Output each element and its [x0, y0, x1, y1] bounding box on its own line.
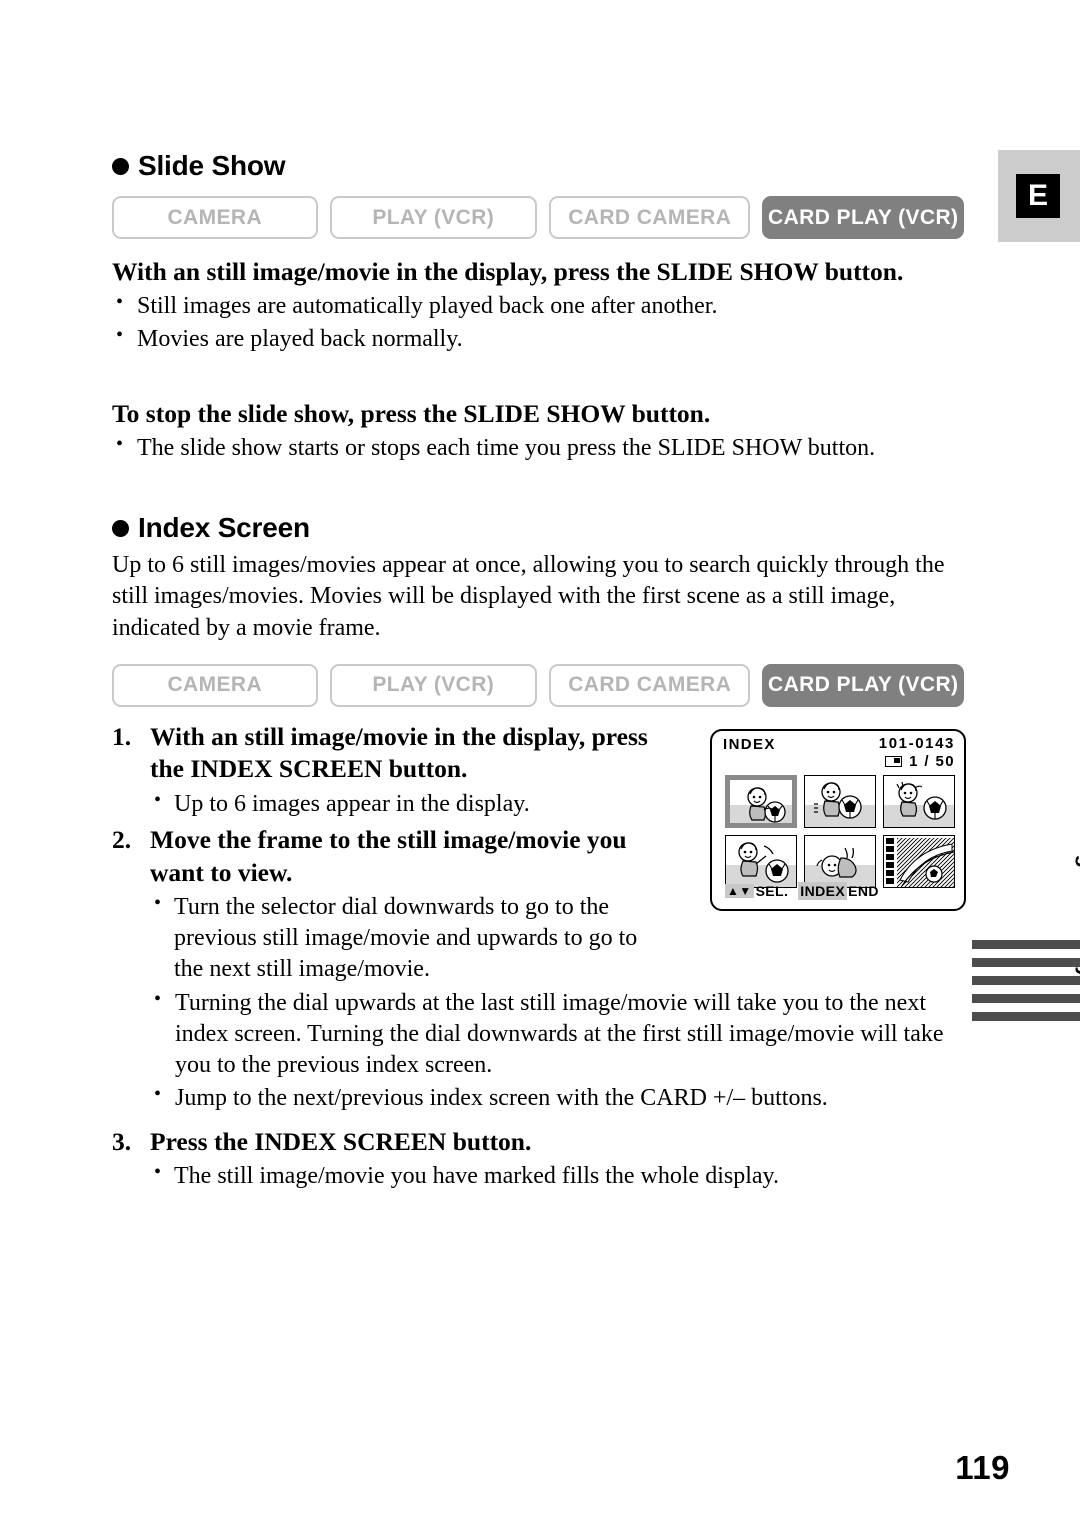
- lcd-thumbnail[interactable]: [725, 834, 797, 888]
- index-screen-heading-text: Index Screen: [138, 512, 310, 544]
- language-tab-panel: E: [998, 150, 1080, 242]
- bullet-dot-icon: [112, 157, 129, 175]
- step-1: 1. With an still image/movie in the disp…: [112, 721, 672, 820]
- lcd-counter-group: 1 / 50: [885, 753, 955, 770]
- mode-pill-play-vcr[interactable]: PLAY (VCR): [329, 196, 537, 239]
- chapter-tab-bars: [972, 940, 1080, 1030]
- step-2: 2. Move the frame to the still image/mov…: [112, 824, 672, 985]
- list-item: Still images are automatically played ba…: [112, 290, 964, 322]
- lcd-title: INDEX: [723, 735, 776, 753]
- lcd-thumbnail[interactable]: [883, 774, 955, 828]
- lcd-thumbnail[interactable]: [804, 834, 876, 888]
- mode-pill-play-vcr[interactable]: PLAY (VCR): [329, 663, 537, 707]
- slide-show-heading-text: Slide Show: [138, 150, 286, 181]
- index-screen-heading: Index Screen: [112, 512, 964, 544]
- page-number: 119: [955, 1449, 1010, 1486]
- step-title: With an still image/movie in the display…: [150, 721, 648, 784]
- slide-show-lead: With an still image/movie in the display…: [112, 257, 904, 286]
- memory-card-icon: [885, 755, 903, 767]
- steps-column: 1. With an still image/movie in the disp…: [112, 721, 672, 985]
- page-content: Slide Show CAMERA PLAY (VCR) CARD CAMERA…: [112, 0, 966, 1193]
- mode-pill-card-play-vcr[interactable]: CARD PLAY (VCR): [762, 663, 964, 707]
- list-item: Movies are played back normally.: [112, 323, 964, 355]
- up-down-arrows-icon: ▲▼: [725, 883, 754, 898]
- step-2-wide-bullets: Turning the dial upwards at the last sti…: [150, 987, 964, 1114]
- step-number: 3.: [112, 1126, 132, 1156]
- chapter-tab-label: Using a Memory Card: [1075, 806, 1080, 1036]
- lcd-counter-text: 1 / 50: [909, 752, 955, 770]
- list-item: Turning the dial upwards at the last sti…: [150, 987, 964, 1081]
- chapter-bar: [972, 940, 1080, 949]
- step-title: Press the INDEX SCREEN button.: [150, 1126, 532, 1156]
- lcd-thumbnail-grid: [725, 774, 955, 888]
- lcd-thumbnail[interactable]: [725, 774, 797, 828]
- chapter-tab: Using a Memory Card: [960, 806, 1080, 1270]
- baby-lying-with-ball-illustration: [816, 847, 857, 878]
- slide-show-bullets: Still images are automatically played ba…: [112, 290, 964, 355]
- chapter-bar: [972, 976, 1080, 985]
- step-bullets: Turn the selector dial downwards to go t…: [150, 891, 672, 985]
- baby-with-ball-illustration: [896, 781, 947, 820]
- mode-pill-camera[interactable]: CAMERA: [112, 663, 318, 707]
- step-title: Move the frame to the still image/movie …: [150, 824, 627, 887]
- chapter-bar: [972, 1012, 1080, 1021]
- lcd-index-label: INDEX: [798, 881, 848, 900]
- step-number: 2.: [112, 824, 132, 854]
- bullet-dot-icon: [112, 519, 129, 537]
- list-item: The slide show starts or stops each time…: [112, 432, 964, 464]
- lcd-file-number: 101-0143: [878, 734, 955, 752]
- step-bullets: Up to 6 images appear in the display.: [150, 788, 672, 820]
- lcd-index-screen-figure: INDEX 101-0143 1 / 50 ▲▼ SEL. INDEX END: [710, 728, 966, 911]
- lcd-select-label: SEL.: [755, 882, 789, 899]
- slide-show-stop-bullets: The slide show starts or stops each time…: [112, 432, 964, 464]
- lcd-end-label: END: [848, 882, 879, 899]
- step-3: 3. Press the INDEX SCREEN button. The st…: [112, 1126, 964, 1193]
- mode-pill-camera[interactable]: CAMERA: [112, 196, 318, 239]
- slide-show-mode-row: CAMERA PLAY (VCR) CARD CAMERA CARD PLAY …: [112, 196, 964, 239]
- chapter-bar: [972, 958, 1080, 967]
- lcd-status-bar: INDEX 101-0143 1 / 50: [712, 731, 964, 775]
- lcd-footer-bar: ▲▼ SEL. INDEX END: [725, 881, 879, 900]
- list-item: Up to 6 images appear in the display.: [150, 788, 672, 820]
- index-screen-steps: INDEX 101-0143 1 / 50 ▲▼ SEL. INDEX END …: [112, 721, 966, 1193]
- language-badge: E: [1016, 174, 1060, 218]
- list-item: Jump to the next/previous index screen w…: [150, 1082, 964, 1114]
- lcd-thumbnail[interactable]: [804, 774, 876, 828]
- slide-show-stop-lead: To stop the slide show, press the SLIDE …: [112, 399, 711, 429]
- movie-frame-illustration: [884, 835, 954, 887]
- mode-pill-card-camera[interactable]: CARD CAMERA: [548, 196, 751, 239]
- baby-with-ball-illustration: [747, 786, 786, 823]
- step-bullets: The still image/movie you have marked fi…: [150, 1160, 964, 1192]
- baby-with-ball-illustration: [814, 781, 862, 819]
- slide-show-heading: Slide Show: [112, 150, 964, 182]
- baby-kicking-ball-illustration: [738, 841, 789, 883]
- step-number: 1.: [112, 721, 132, 751]
- lcd-thumbnail-movie[interactable]: [883, 834, 955, 888]
- index-screen-mode-row: CAMERA PLAY (VCR) CARD CAMERA CARD PLAY …: [112, 663, 964, 707]
- index-screen-intro: Up to 6 still images/movies appear at on…: [112, 552, 945, 641]
- mode-pill-card-play-vcr[interactable]: CARD PLAY (VCR): [762, 196, 964, 239]
- list-item: The still image/movie you have marked fi…: [150, 1160, 964, 1192]
- mode-pill-card-camera[interactable]: CARD CAMERA: [548, 663, 751, 707]
- list-item: Turn the selector dial downwards to go t…: [150, 891, 672, 985]
- chapter-bar: [972, 994, 1080, 1003]
